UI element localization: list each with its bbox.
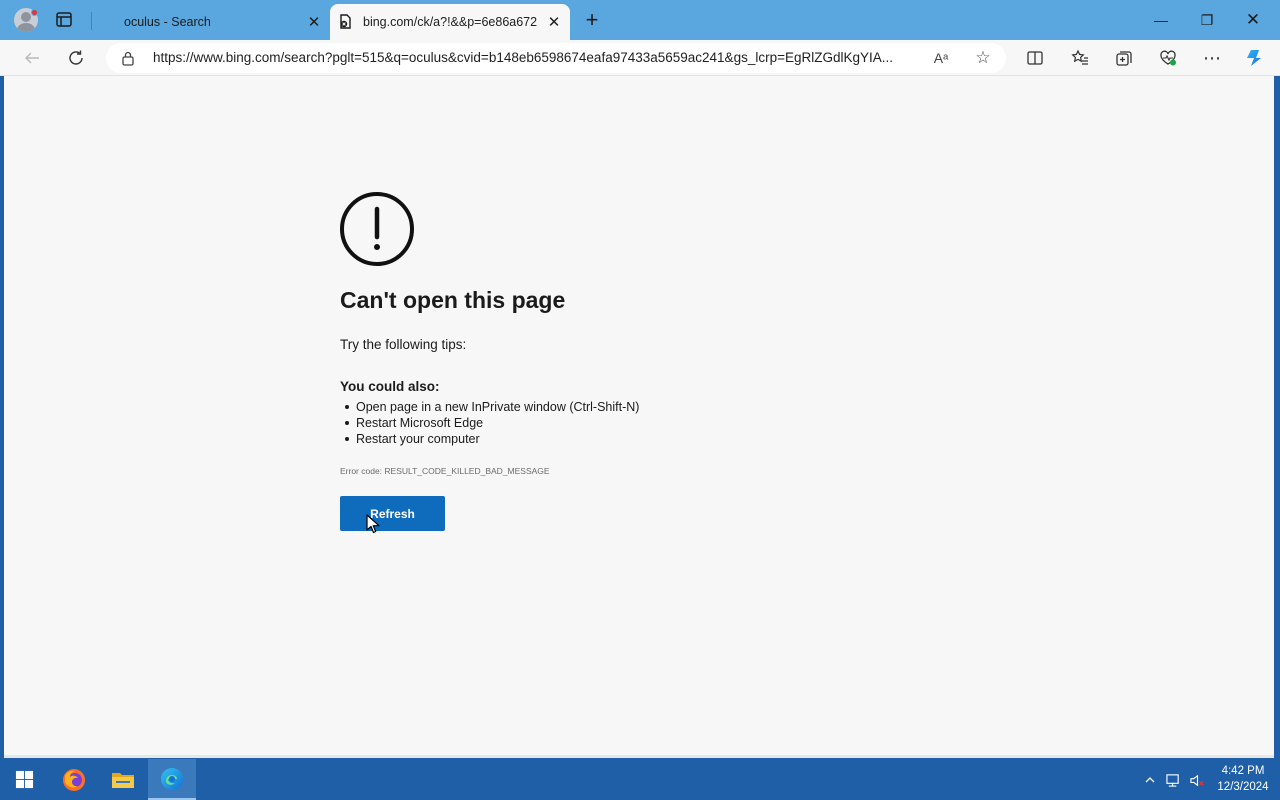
tab-title: oculus - Search (124, 15, 211, 29)
collections-icon[interactable] (1110, 44, 1138, 72)
browser-toolbar: https://www.bing.com/search?pglt=515&q=o… (0, 40, 1280, 76)
error-exclamation-icon (340, 192, 414, 266)
address-bar[interactable]: https://www.bing.com/search?pglt=515&q=o… (106, 43, 1006, 73)
suggestion-list: Open page in a new InPrivate window (Ctr… (345, 399, 639, 447)
clock-time: 4:42 PM (1221, 765, 1265, 777)
windows-logo-icon (15, 770, 33, 789)
error-page: Can't open this page Try the following t… (4, 76, 1274, 755)
volume-muted-icon[interactable] (1188, 771, 1206, 789)
taskbar-clock[interactable]: 4:42 PM 12/3/2024 (1210, 763, 1276, 795)
taskbar: 4:42 PM 12/3/2024 (0, 759, 1280, 800)
firefox-icon (63, 768, 85, 791)
tab-title: bing.com/ck/a?!&&p=6e86a672 (363, 15, 538, 29)
profile-notification-dot (31, 9, 38, 16)
favorites-icon[interactable] (1066, 44, 1094, 72)
firefox-taskbar-button[interactable] (50, 759, 98, 800)
tab-separator (91, 12, 92, 30)
tab-close-icon[interactable]: ✕ (540, 8, 568, 36)
read-aloud-icon[interactable]: Aᵃ (928, 45, 954, 71)
mouse-cursor-icon (366, 514, 380, 534)
maximize-button[interactable]: ❐ (1184, 0, 1230, 40)
list-item: Restart Microsoft Edge (345, 415, 639, 431)
lock-icon[interactable] (120, 50, 136, 66)
tips-intro: Try the following tips: (340, 337, 467, 352)
back-button[interactable] (18, 44, 46, 72)
refresh-button[interactable]: Refresh (340, 496, 445, 531)
browser-essentials-icon[interactable] (1154, 44, 1182, 72)
edge-icon (161, 767, 183, 790)
minimize-button[interactable]: — (1138, 0, 1184, 40)
list-item: Open page in a new InPrivate window (Ctr… (345, 399, 639, 415)
clock-date: 12/3/2024 (1217, 781, 1269, 793)
tab-oculus-search[interactable]: oculus - Search ✕ (96, 4, 330, 40)
start-button[interactable] (0, 759, 48, 800)
folder-icon (112, 772, 134, 788)
error-title: Can't open this page (340, 287, 566, 313)
also-heading: You could also: (340, 379, 440, 394)
reload-button[interactable] (62, 44, 90, 72)
browser-titlebar: oculus - Search ✕ bing.com/ck/a?!&&p=6e8… (0, 0, 1280, 40)
more-options-icon[interactable]: ⋯ (1198, 44, 1226, 72)
tab-actions-icon[interactable] (52, 10, 76, 30)
list-item: Restart your computer (345, 431, 639, 447)
split-screen-icon[interactable] (1021, 44, 1049, 72)
url-text[interactable]: https://www.bing.com/search?pglt=515&q=o… (153, 50, 933, 65)
broken-page-icon (338, 14, 353, 29)
copilot-icon[interactable] (1240, 44, 1268, 72)
page-bottom-edge (4, 755, 1274, 758)
new-tab-button[interactable]: + (580, 7, 604, 32)
show-hidden-icons-chevron-icon[interactable] (1141, 771, 1159, 789)
add-favorite-star-icon[interactable]: ☆ (970, 45, 996, 71)
close-window-button[interactable]: ✕ (1230, 0, 1276, 40)
network-icon[interactable] (1164, 771, 1182, 789)
file-explorer-taskbar-button[interactable] (99, 759, 147, 800)
edge-taskbar-button[interactable] (148, 759, 196, 800)
tab-close-icon[interactable]: ✕ (300, 8, 328, 36)
error-code: Error code: RESULT_CODE_KILLED_BAD_MESSA… (340, 466, 550, 476)
tab-bing-redirect[interactable]: bing.com/ck/a?!&&p=6e86a672 ✕ (330, 4, 570, 40)
